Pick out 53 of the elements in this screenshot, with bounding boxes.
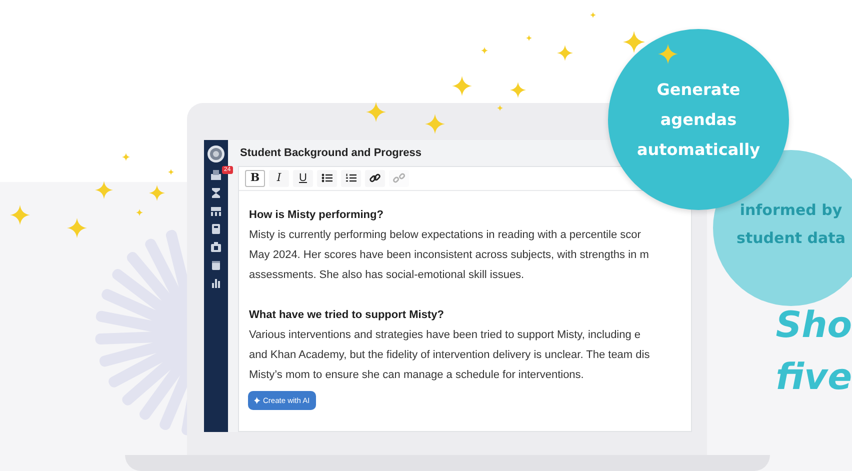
sparkle-icon <box>67 218 87 238</box>
link-icon <box>369 172 381 184</box>
sparkle-icon <box>497 105 503 111</box>
text-editor[interactable] <box>238 166 692 432</box>
briefcase-icon[interactable] <box>210 241 222 253</box>
sparkle-icon <box>526 35 532 41</box>
callout-text: agendas <box>660 108 737 130</box>
headline-text: Sho <box>774 304 852 348</box>
callout-text: Generate <box>656 78 740 100</box>
bullet-list-icon <box>321 172 333 184</box>
sparkle-icon <box>658 44 678 64</box>
section-heading: How is Misty performing? <box>249 208 384 222</box>
inbox-icon[interactable] <box>210 169 222 181</box>
sparkle-icon <box>557 45 573 61</box>
sparkle-icon <box>510 82 526 98</box>
callout-text: informed by <box>740 200 842 221</box>
numbered-list-icon <box>345 172 357 184</box>
logo-icon[interactable] <box>207 145 225 163</box>
link-button[interactable] <box>365 170 385 186</box>
sparkle-icon <box>254 396 261 404</box>
headline-text: five <box>774 356 852 400</box>
section-heading: What have we tried to support Misty? <box>249 308 445 322</box>
bullet-list-button[interactable] <box>317 170 337 186</box>
sparkle-icon <box>95 181 113 199</box>
numbered-list-button[interactable] <box>341 170 361 186</box>
text-line: and Khan Academy, but the fidelity of intervention delivery is unclear. The team dis <box>249 348 651 362</box>
sparkle-icon <box>149 185 165 201</box>
sparkle-icon <box>425 114 445 134</box>
sparkle-icon <box>10 205 30 225</box>
sparkle-icon <box>122 153 130 161</box>
text-line: Misty is currently performing below expectations in reading with a percentile scor <box>249 228 642 242</box>
notebook-icon[interactable] <box>210 223 222 235</box>
italic-button[interactable]: I <box>269 170 289 186</box>
sparkle-icon <box>480 46 488 54</box>
sparkle-icon <box>168 169 174 175</box>
calendar-icon[interactable] <box>210 259 222 271</box>
sparkle-icon <box>623 31 645 53</box>
sparkle-icon <box>136 208 142 216</box>
text-line: Misty’s mom to ensure she can manage a schedule for interventions. <box>249 368 585 382</box>
text-line: May 2024. Her scores have been inconsistent across subjects, with strengths in m <box>249 248 650 262</box>
sparkle-icon <box>452 76 472 96</box>
text-line: Various interventions and strategies have been tried to support Misty, including e <box>249 328 642 342</box>
hourglass-icon[interactable] <box>210 187 222 199</box>
bold-button[interactable]: B <box>245 170 265 186</box>
sparkle-icon <box>590 12 596 18</box>
text-line: assessments. She also has social-emotional skill issues. <box>249 268 526 282</box>
chart-icon[interactable] <box>210 277 222 289</box>
underline-button[interactable]: U <box>293 170 313 186</box>
callout-text: automatically <box>636 138 760 160</box>
sparkle-icon <box>366 102 386 122</box>
broken-link-icon <box>393 172 405 184</box>
callout-text: student data <box>736 228 846 249</box>
team-icon[interactable] <box>210 205 222 217</box>
